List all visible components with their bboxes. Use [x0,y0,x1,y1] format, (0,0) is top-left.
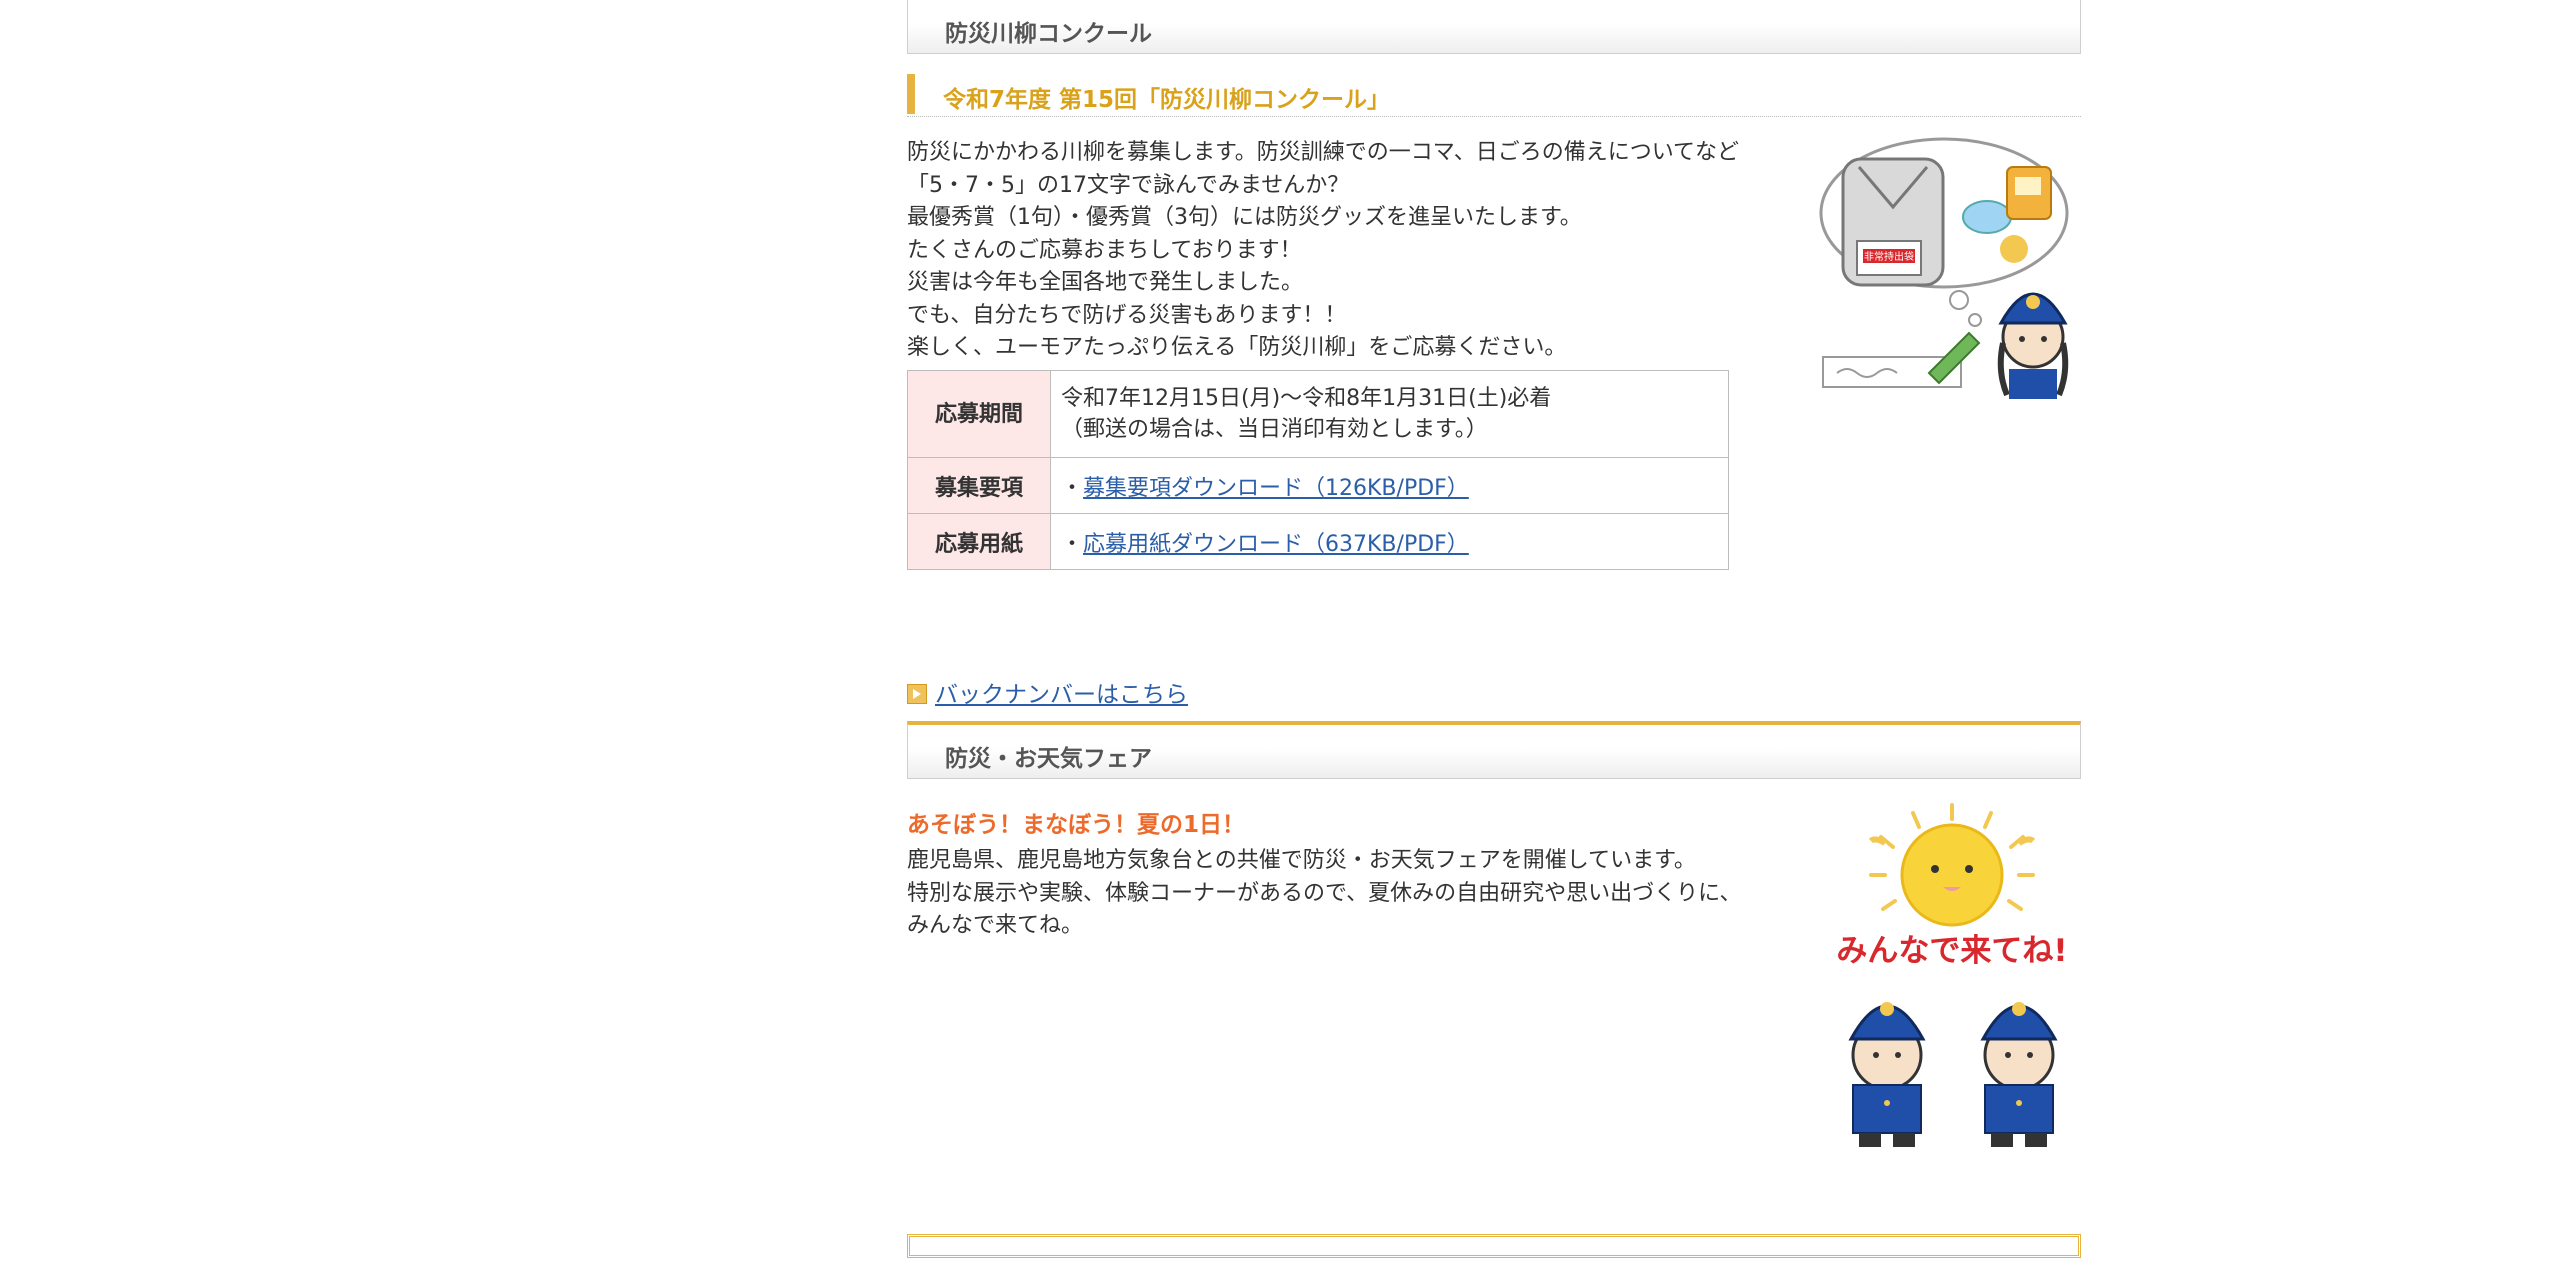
subheading-accent-bar [907,74,915,114]
bag-label: 非常持出袋 [1864,250,1914,263]
description-line: 特別な展示や実験、体験コーナーがあるので、夏休みの自由研究や思い出づくりに、 [907,880,1742,906]
backnumber-row: バックナンバーはこちら [907,675,1188,709]
subheading-contest: 令和7年度 第15回「防災川柳コンクール」 [907,70,2081,117]
backnumber-link[interactable]: バックナンバーはこちら [935,682,1188,708]
table-row: 募集要項 ・募集要項ダウンロード（126KB/PDF） [907,457,1729,514]
section-title: 防災川柳コンクール [945,21,1152,47]
description-line: 楽しく、ユーモアたっぷり伝える「防災川柳」をご応募ください。 [907,335,1567,360]
period-note: （郵送の場合は、当日消印有効とします。） [1061,417,1488,442]
fair-catchphrase: あそぼう！まなぼう！夏の1日！ [907,812,1246,838]
description-line: 最優秀賞（1句）・優秀賞（3句）には防災グッズを進呈いたします。 [907,205,1582,230]
description-line: 「5・7・5」の17文字で詠んでみませんか？ [907,172,1350,198]
description-line: 災害は今年も全国各地で発生しました。 [907,270,1304,295]
form-label: 応募用紙 [907,513,1051,570]
table-row: 応募期間 令和7年12月15日(月)～令和8年1月31日(土)必着 （郵送の場合… [907,370,1729,458]
bullet: ・ [1061,475,1084,501]
subheading-title: 令和7年度 第15回「防災川柳コンクール」 [943,87,1391,113]
table-row: 応募用紙 ・応募用紙ダウンロード（637KB/PDF） [907,513,1729,570]
period-dates: 令和7年12月15日(月)～令和8年1月31日(土)必着 [1061,386,1552,411]
section-header-senryu: 防災川柳コンクール [907,0,2081,54]
main-content: 防災川柳コンクール 令和7年度 第15回「防災川柳コンクール」 防災にかかわる川… [907,0,2081,1261]
bullet: ・ [1061,531,1084,557]
police-girl-illustration: 非常持出袋 [1819,137,2069,399]
form-download-link[interactable]: 応募用紙ダウンロード（637KB/PDF） [1083,532,1469,557]
contest-info-table: 応募期間 令和7年12月15日(月)～令和8年1月31日(土)必着 （郵送の場合… [907,370,1729,570]
guide-download-link[interactable]: 募集要項ダウンロード（126KB/PDF） [1083,476,1469,501]
description-line: 防災にかかわる川柳を募集します。防災訓練での一コマ、日ごろの備えについてなど [907,140,1740,165]
section-title: 防災・お天気フェア [945,746,1152,772]
section-header-fair: 防災・お天気フェア [907,721,2081,779]
period-value: 令和7年12月15日(月)～令和8年1月31日(土)必着 （郵送の場合は、当日消… [1050,370,1729,458]
contest-description: 防災にかかわる川柳を募集します。防災訓練での一コマ、日ごろの備えについてなど 「… [907,137,1739,365]
guide-label: 募集要項 [907,457,1051,514]
description-line: たくさんのご応募おまちしております！ [907,237,1302,263]
illustration-caption: みんなで来てね! [1836,933,2067,969]
period-label: 応募期間 [907,370,1051,458]
description-line: でも、自分たちで防げる災害もあります！！ [907,302,1347,328]
arrow-icon [907,684,927,704]
contest-body: 防災にかかわる川柳を募集します。防災訓練での一コマ、日ごろの備えについてなど 「… [907,117,2081,721]
description-line: 鹿児島県、鹿児島地方気象台との共催で防災・お天気フェアを開催しています。 [907,848,1696,873]
form-value: ・応募用紙ダウンロード（637KB/PDF） [1050,513,1729,570]
fair-description: 鹿児島県、鹿児島地方気象台との共催で防災・お天気フェアを開催しています。 特別な… [907,845,1741,943]
description-line: みんなで来てね。 [907,913,1084,938]
guide-value: ・募集要項ダウンロード（126KB/PDF） [1050,457,1729,514]
next-section-box [907,1234,2081,1258]
fair-body: あそぼう！まなぼう！夏の1日！ 鹿児島県、鹿児島地方気象台との共催で防災・お天気… [907,779,2081,1261]
sun-police-illustration: みんなで来てね! [1836,803,2068,1147]
